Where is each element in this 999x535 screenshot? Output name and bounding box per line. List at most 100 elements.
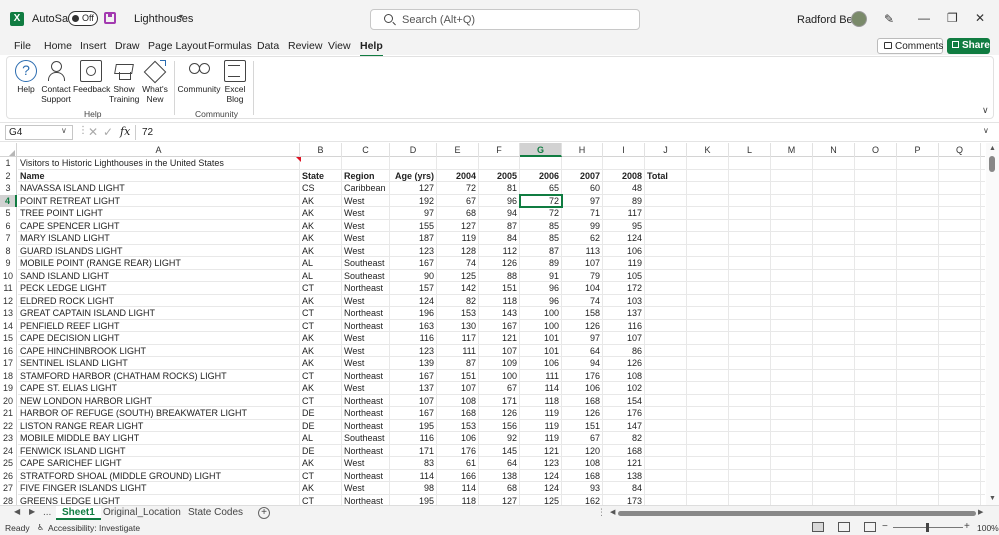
cell-b21[interactable]: DE [300,407,342,420]
cell-m4[interactable] [771,194,813,207]
cell-j4[interactable] [645,194,687,207]
zoom-level[interactable]: 100% [977,523,999,533]
cell-i15[interactable]: 107 [603,332,645,345]
tab-review[interactable]: Review [288,40,322,52]
column-header-g[interactable]: G [520,143,562,157]
cell-f14[interactable]: 167 [479,319,520,332]
cell-p14[interactable] [897,319,939,332]
cell-o5[interactable] [855,207,897,220]
cell-g6[interactable]: 85 [520,219,562,232]
cell-c20[interactable]: Northeast [342,394,390,407]
cell-h26[interactable]: 168 [562,469,603,482]
cell-a25[interactable]: CAPE SARICHEF LIGHT [18,457,300,470]
cell-l17[interactable] [729,357,771,370]
cell-a15[interactable]: CAPE DECISION LIGHT [18,332,300,345]
cell-q24[interactable] [939,444,981,457]
cell-g27[interactable]: 124 [520,482,562,495]
column-header-i[interactable]: I [603,143,645,157]
cell-n19[interactable] [813,382,855,395]
cell-n21[interactable] [813,407,855,420]
cell-d21[interactable]: 167 [390,407,437,420]
column-header-p[interactable]: P [897,143,939,157]
cell-n16[interactable] [813,344,855,357]
cell-h1[interactable] [562,157,603,170]
cell-p24[interactable] [897,444,939,457]
cell-q6[interactable] [939,219,981,232]
cell-j2[interactable]: Total [645,169,687,182]
cell-q19[interactable] [939,382,981,395]
cell-a12[interactable]: ELDRED ROCK LIGHT [18,294,300,307]
cell-j10[interactable] [645,269,687,282]
cell-n14[interactable] [813,319,855,332]
cell-e10[interactable]: 125 [437,269,479,282]
cell-r22[interactable] [981,420,985,432]
cell-m17[interactable] [771,357,813,370]
cell-k17[interactable] [687,357,729,370]
cell-o13[interactable] [855,307,897,320]
cell-h22[interactable]: 151 [562,419,603,432]
cell-c15[interactable]: West [342,332,390,345]
cell-a23[interactable]: MOBILE MIDDLE BAY LIGHT [18,432,300,445]
cell-e5[interactable]: 68 [437,207,479,220]
cell-o6[interactable] [855,219,897,232]
cell-j14[interactable] [645,319,687,332]
cell-n25[interactable] [813,457,855,470]
cell-e21[interactable]: 168 [437,407,479,420]
cell-e20[interactable]: 108 [437,394,479,407]
cell-e12[interactable]: 82 [437,294,479,307]
cell-a1[interactable]: Visitors to Historic Lighthouses in the … [18,157,300,170]
cell-j23[interactable] [645,432,687,445]
cell-b16[interactable]: AK [300,344,342,357]
cell-f6[interactable]: 87 [479,219,520,232]
scroll-right-icon[interactable]: ▶ [978,508,983,516]
cell-r12[interactable] [981,295,985,307]
comments-button[interactable]: Comments [877,38,943,54]
cell-a16[interactable]: CAPE HINCHINBROOK LIGHT [18,344,300,357]
cell-r5[interactable] [981,207,985,220]
zoom-slider-thumb[interactable] [926,523,929,532]
cell-k15[interactable] [687,332,729,345]
cell-p12[interactable] [897,294,939,307]
cell-j24[interactable] [645,444,687,457]
cell-l21[interactable] [729,407,771,420]
search-input[interactable]: Search (Alt+Q) [370,9,640,30]
cell-r27[interactable] [981,482,985,495]
cell-c23[interactable]: Southeast [342,432,390,445]
cell-m13[interactable] [771,307,813,320]
cell-f26[interactable]: 138 [479,469,520,482]
cell-o3[interactable] [855,182,897,195]
cell-n26[interactable] [813,469,855,482]
cell-i10[interactable]: 105 [603,269,645,282]
cell-k9[interactable] [687,257,729,270]
cell-g14[interactable]: 100 [520,319,562,332]
column-header-a[interactable]: A [18,143,300,157]
cell-m20[interactable] [771,394,813,407]
cell-l26[interactable] [729,469,771,482]
cell-d18[interactable]: 167 [390,369,437,382]
cell-a24[interactable]: FENWICK ISLAND LIGHT [18,444,300,457]
cell-k16[interactable] [687,344,729,357]
cell-c27[interactable]: West [342,482,390,495]
cell-h3[interactable]: 60 [562,182,603,195]
row-header[interactable]: 11 [0,282,17,295]
row-header[interactable]: 7 [0,232,17,245]
cell-d24[interactable]: 171 [390,444,437,457]
cell-o1[interactable] [855,157,897,170]
cell-d23[interactable]: 116 [390,432,437,445]
cell-f4[interactable]: 96 [479,194,520,207]
cell-o23[interactable] [855,432,897,445]
cell-j1[interactable] [645,157,687,170]
cell-d22[interactable]: 195 [390,419,437,432]
cell-h13[interactable]: 158 [562,307,603,320]
cell-d19[interactable]: 137 [390,382,437,395]
cell-o25[interactable] [855,457,897,470]
show-training-button[interactable]: Show Training [109,57,139,104]
page-break-preview-button[interactable] [864,522,876,532]
cell-n10[interactable] [813,269,855,282]
column-header-l[interactable]: L [729,143,771,157]
cell-b26[interactable]: CT [300,469,342,482]
horizontal-scrollbar[interactable]: ◀ ▶ [610,509,985,517]
cell-h9[interactable]: 107 [562,257,603,270]
cell-c17[interactable]: West [342,357,390,370]
excel-blog-button[interactable]: Excel Blog [223,57,247,104]
